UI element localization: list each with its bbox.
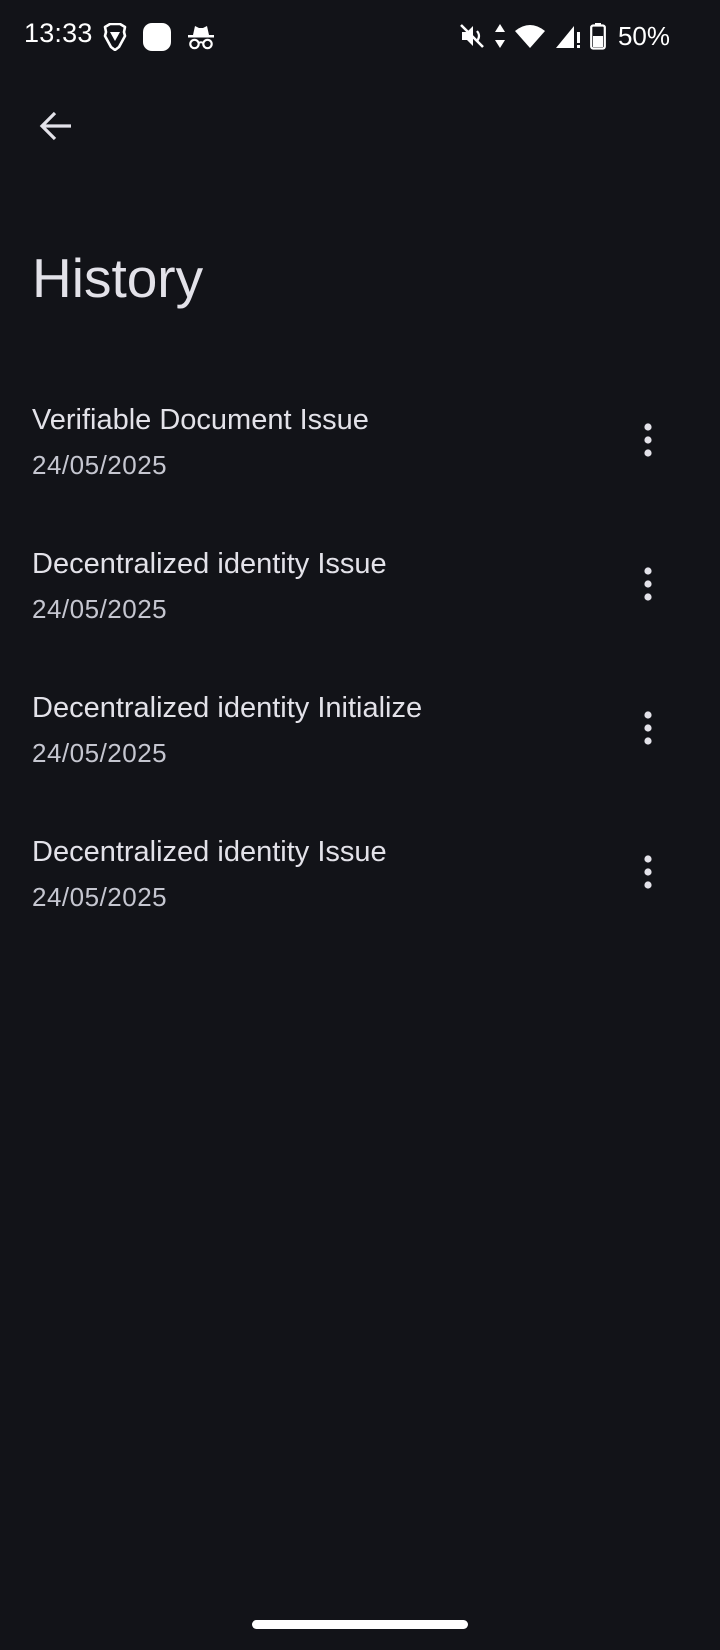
more-vert-icon xyxy=(643,855,653,889)
history-item-title: Verifiable Document Issue xyxy=(32,404,369,436)
more-options-button[interactable] xyxy=(612,548,684,620)
more-options-button[interactable] xyxy=(612,692,684,764)
history-item-title: Decentralized identity Issue xyxy=(32,548,387,580)
history-item-title: Decentralized identity Initialize xyxy=(32,692,423,724)
more-options-button[interactable] xyxy=(612,836,684,908)
history-item[interactable]: Decentralized identity Issue 24/05/2025 xyxy=(0,512,720,656)
page-title: History xyxy=(32,247,204,309)
more-vert-icon xyxy=(643,711,653,745)
more-options-button[interactable] xyxy=(612,404,684,476)
data-arrows-icon xyxy=(494,23,506,49)
status-right-icons: 50% xyxy=(458,18,670,54)
history-item-date: 24/05/2025 xyxy=(32,738,168,768)
brave-shield-icon xyxy=(102,23,128,51)
history-item[interactable]: Decentralized identity Initialize 24/05/… xyxy=(0,656,720,800)
wifi-icon xyxy=(514,23,546,49)
signal-icon xyxy=(554,22,582,50)
battery-icon xyxy=(590,22,606,50)
more-vert-icon xyxy=(643,423,653,457)
battery-percentage: 50% xyxy=(617,20,670,51)
history-list: Verifiable Document Issue 24/05/2025 Dec… xyxy=(0,368,720,944)
history-item[interactable]: Decentralized identity Issue 24/05/2025 xyxy=(0,800,720,944)
back-button[interactable] xyxy=(20,90,92,162)
history-item-date: 24/05/2025 xyxy=(32,882,168,912)
home-indicator[interactable] xyxy=(252,1620,468,1629)
incognito-icon xyxy=(186,23,216,51)
status-time: 13:33 xyxy=(24,18,93,48)
app-square-icon xyxy=(142,22,172,52)
status-bar: 13:33 50% xyxy=(0,0,720,72)
history-item-title: Decentralized identity Issue xyxy=(32,836,387,868)
arrow-back-icon xyxy=(38,108,74,144)
history-item-date: 24/05/2025 xyxy=(32,450,168,480)
more-vert-icon xyxy=(643,567,653,601)
status-left-icons xyxy=(102,20,216,54)
mute-icon xyxy=(458,22,486,50)
history-item[interactable]: Verifiable Document Issue 24/05/2025 xyxy=(0,368,720,512)
history-item-date: 24/05/2025 xyxy=(32,594,168,624)
